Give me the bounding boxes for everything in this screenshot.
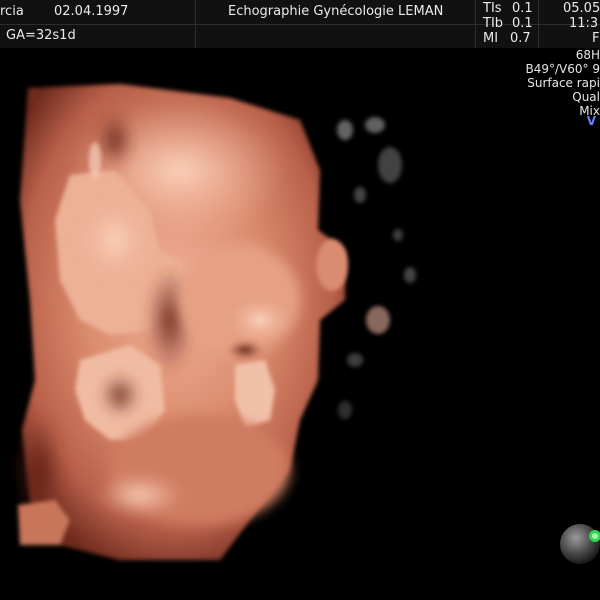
chin-highlight bbox=[95, 473, 185, 517]
hand-highlight bbox=[80, 200, 150, 280]
nostril-shadow bbox=[227, 340, 263, 360]
quality-setting: Qual bbox=[572, 90, 600, 104]
patient-name: rcia bbox=[0, 4, 24, 19]
right-bulge bbox=[316, 239, 348, 291]
index-value-tis: 0.1 bbox=[512, 1, 533, 16]
render-mode: Surface rapi bbox=[527, 76, 600, 90]
ear-shadow bbox=[100, 373, 140, 417]
angle-readout: B49°/V60° 9 bbox=[525, 62, 600, 76]
header-divider-horizontal bbox=[0, 24, 600, 25]
nose-highlight bbox=[230, 298, 290, 342]
speckle-artifacts bbox=[337, 117, 416, 419]
cheek-surface bbox=[180, 245, 300, 355]
index-label-tis: TIs bbox=[483, 1, 502, 16]
index-value-tib: 0.1 bbox=[512, 16, 533, 31]
ultrasound-screen: rcia 02.04.1997 Echographie Gynécologie … bbox=[0, 0, 600, 600]
frequency-readout: 68H bbox=[575, 48, 600, 62]
exam-date: 02.04.1997 bbox=[54, 4, 129, 19]
fetal-face-render bbox=[15, 84, 416, 560]
current-time: 11:3 bbox=[569, 16, 599, 31]
3d-surface-render bbox=[0, 48, 600, 600]
current-date: 05.05. bbox=[563, 1, 600, 16]
header-divider-right bbox=[538, 0, 539, 48]
view-marker: V bbox=[586, 114, 596, 128]
index-label-tib: TIb bbox=[483, 16, 504, 31]
index-label-mi: MI bbox=[483, 31, 499, 46]
gestational-age: GA=32s1d bbox=[6, 28, 76, 43]
orientation-sphere-icon[interactable] bbox=[558, 522, 600, 568]
hair-strand bbox=[89, 142, 101, 178]
header-divider-mid bbox=[475, 0, 476, 48]
header-divider-left bbox=[195, 0, 196, 48]
brow-shadow bbox=[95, 110, 135, 170]
probe-letter: F bbox=[592, 31, 600, 46]
exam-header: rcia 02.04.1997 Echographie Gynécologie … bbox=[0, 0, 600, 48]
index-value-mi: 0.7 bbox=[510, 31, 531, 46]
clinic-name: Echographie Gynécologie LEMAN bbox=[228, 4, 444, 19]
